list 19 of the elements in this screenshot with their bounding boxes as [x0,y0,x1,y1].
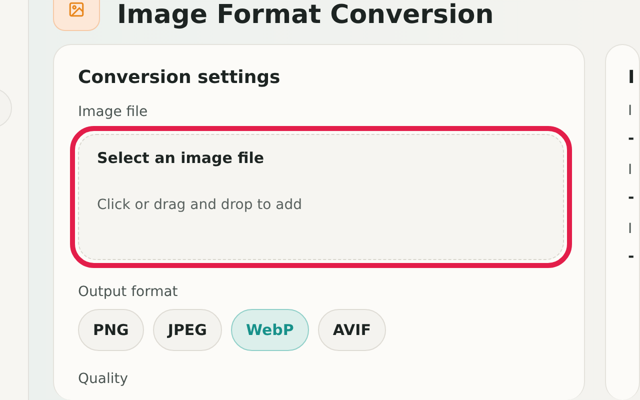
field-label: Output format [78,284,179,300]
image-icon [68,1,85,18]
field-label: Quality [78,371,130,387]
info-value: - [628,188,636,206]
field-label: Image file [78,104,149,120]
info-value: - [628,129,636,147]
page-title: Image Format Conversion [117,0,494,30]
card-title: I [628,67,636,88]
format-option[interactable]: JPEG [152,309,222,351]
info-label: I [628,162,634,178]
format-option[interactable]: AVIF [318,309,386,351]
dropzone-title: Select an image file [97,149,266,167]
card-title: Conversion settings [78,67,282,88]
format-option[interactable]: PNG [78,309,144,351]
file-dropzone[interactable]: Select an image file Click or drag and drop to add [78,134,564,260]
info-label: I [628,221,634,237]
info-value: - [628,247,636,265]
dropzone-hint: Click or drag and drop to add [97,197,304,213]
info-label: I [628,103,634,119]
